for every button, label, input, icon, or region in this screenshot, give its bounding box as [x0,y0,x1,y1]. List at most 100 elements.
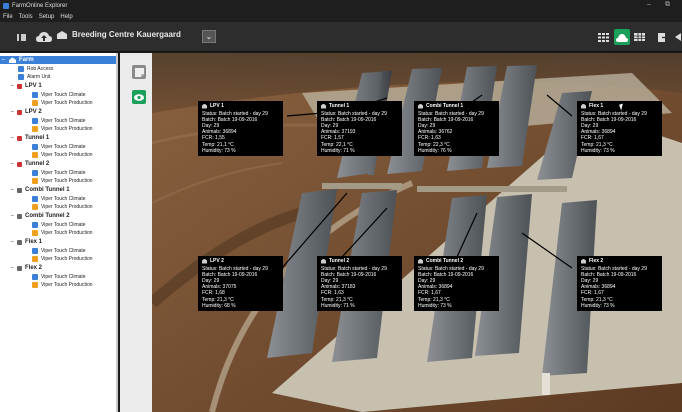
device-icon [18,74,24,80]
tree-expander[interactable]: − [11,83,16,89]
house-info-card[interactable]: LPV 2 Status: Batch started - day 29 Bat… [198,256,283,311]
house-alarm-icon [17,83,22,89]
house-info-card[interactable]: Flex 2 Status: Batch started - day 29 Ba… [577,256,662,311]
tree-item-climate[interactable]: Viper Touch Climate [32,118,86,124]
tree-item-climate[interactable]: Viper Touch Climate [32,170,86,176]
tree-expander[interactable]: − [11,265,16,271]
house-alarm-icon [17,109,22,115]
climate-icon [32,248,38,254]
tree-item-climate[interactable]: Viper Touch Climate [32,196,86,202]
tree-item-lpv-2[interactable]: − LPV 2 [11,109,42,115]
house-icon [581,258,586,264]
tree-item-climate[interactable]: Viper Touch Climate [32,222,86,228]
house-humidity: Humidity: 73 % [418,302,452,309]
tree-item-climate[interactable]: Viper Touch Climate [32,274,86,280]
menu-file[interactable]: File [3,14,13,20]
house-name: Flex 1 [589,103,604,109]
tree-item-label: Viper Touch Production [41,256,93,262]
house-humidity: Humidity: 73 % [581,302,615,309]
menu-help[interactable]: Help [60,14,72,20]
menu-bar: File Tools Setup Help [0,12,682,22]
tree-item-combi-tunnel-2[interactable]: − Combi Tunnel 2 [11,213,70,219]
tree-item-tunnel-2[interactable]: − Tunnel 2 [11,161,49,167]
grid-view-icon[interactable] [596,30,610,44]
cloud-upload-icon[interactable] [36,30,52,44]
tree-item-production[interactable]: Viper Touch Production [32,230,93,236]
house-humidity: Humidity: 71 % [321,302,355,309]
tree-expander[interactable]: − [11,187,16,193]
tree-item-climate[interactable]: Viper Touch Climate [32,248,86,254]
tree-item-label: Viper Touch Climate [41,196,86,202]
climate-icon [32,222,38,228]
house-name: Combi Tunnel 1 [426,103,464,109]
house-icon [418,258,423,264]
house-icon [418,103,423,109]
house-icon [17,265,22,271]
edit-icon[interactable] [132,65,146,79]
tree-item-production[interactable]: Viper Touch Production [32,152,93,158]
tree-item-label: Viper Touch Climate [41,92,86,98]
tree-item-flex-2[interactable]: − Flex 2 [11,265,42,271]
tree-item-label: Tunnel 1 [25,135,50,141]
house-humidity: Humidity: 73 % [202,147,236,154]
house-info-card[interactable]: Tunnel 1 Status: Batch started - day 29 … [317,101,402,156]
house-info-card[interactable]: Flex 1 Status: Batch started - day 29 Ba… [577,101,662,156]
tree-item-combi-tunnel-1[interactable]: − Combi Tunnel 1 [11,187,70,193]
tree-item-production[interactable]: Viper Touch Production [32,178,93,184]
production-icon [32,152,38,158]
house-info-card[interactable]: LPV 1 Status: Batch started - day 29 Bat… [198,101,283,156]
tree-item-production[interactable]: Viper Touch Production [32,126,93,132]
tree-item-label: Viper Touch Climate [41,170,86,176]
production-icon [32,100,38,106]
tree-item-label: Viper Touch Production [41,178,93,184]
house-icon [17,213,22,219]
tree-expander[interactable]: − [11,135,16,141]
farm-icon [57,31,67,39]
tree-item-label: Flex 1 [25,239,43,245]
farm-view-icon[interactable] [614,29,630,45]
tree-expander[interactable]: − [11,109,16,115]
house-info-card[interactable]: Combi Tunnel 2 Status: Batch started - d… [414,256,499,311]
tree-item-label: Viper Touch Climate [41,248,86,254]
house-info-card[interactable]: Combi Tunnel 1 Status: Batch started - d… [414,101,499,156]
table-view-icon[interactable] [632,30,646,44]
climate-icon [32,144,38,150]
view-options-panel [120,53,152,412]
tree-item-farm[interactable]: − Farm [0,56,116,64]
collapse-arrow-icon[interactable] [674,32,682,42]
tree-expander[interactable]: − [11,239,16,245]
house-info-card[interactable]: Tunnel 2 Status: Batch started - day 29 … [317,256,402,311]
exit-icon[interactable] [656,30,670,44]
tree-item-production[interactable]: Viper Touch Production [32,256,93,262]
tree-expander[interactable]: − [11,161,16,167]
tree-item-alarm-unit[interactable]: Alarm Unit [18,74,50,80]
tree-expander[interactable]: − [2,57,7,63]
tree-expander[interactable]: − [11,213,16,219]
tree-item-flex-1[interactable]: − Flex 1 [11,239,42,245]
menu-setup[interactable]: Setup [39,14,55,20]
house-name: LPV 2 [210,258,224,264]
tree-item-production[interactable]: Viper Touch Production [32,282,93,288]
window-controls[interactable]: – ⧉ [647,1,676,9]
window-title: FarmOnline Explorer [12,3,68,9]
tree-item-production[interactable]: Viper Touch Production [32,100,93,106]
tree-item-climate[interactable]: Viper Touch Climate [32,144,86,150]
tree-item-label: Viper Touch Production [41,126,93,132]
tree-item-tunnel-1[interactable]: − Tunnel 1 [11,135,49,141]
menu-tools[interactable]: Tools [19,14,33,20]
house-icon [321,103,326,109]
tree-item-lpv-1[interactable]: − LPV 1 [11,83,42,89]
production-icon [32,256,38,262]
tree-item-label: LPV 1 [25,83,42,89]
farm-aerial-photo[interactable]: LPV 1 Status: Batch started - day 29 Bat… [152,53,682,412]
tree-item-climate[interactable]: Viper Touch Climate [32,92,86,98]
tree-item-label: Tunnel 2 [25,161,50,167]
farm-selector[interactable]: Breeding Centre Kauergaard [56,30,181,39]
house-icon [202,258,207,264]
farm-dropdown-button[interactable]: ⌄ [202,30,216,43]
sidebar-toggle-icon[interactable] [16,32,26,42]
tree-item-label: Viper Touch Climate [41,222,86,228]
tree-item-production[interactable]: Viper Touch Production [32,204,93,210]
tree-item-rob-access[interactable]: Rob Access [18,66,53,72]
eye-icon[interactable] [132,90,146,104]
